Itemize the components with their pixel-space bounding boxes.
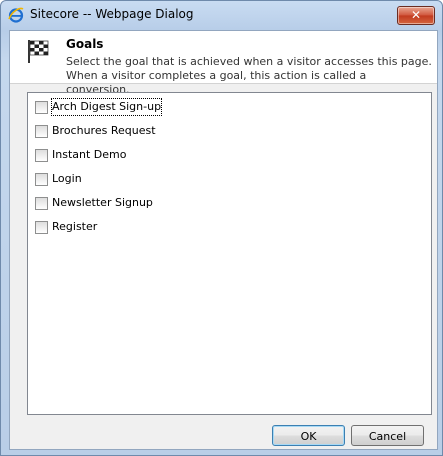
dialog-body: Goals Select the goal that is achieved w… (9, 30, 438, 450)
goal-item-login[interactable]: Login (35, 171, 82, 187)
goal-checkbox[interactable] (35, 196, 48, 210)
dialog-title: Goals (66, 37, 104, 51)
goal-checkbox[interactable] (35, 220, 48, 234)
goal-label[interactable]: Login (52, 171, 82, 187)
ok-button[interactable]: OK (272, 425, 345, 446)
cancel-button[interactable]: Cancel (351, 425, 424, 446)
dialog-header: Goals Select the goal that is achieved w… (10, 31, 437, 96)
goal-item-register[interactable]: Register (35, 219, 97, 235)
goal-label[interactable]: Arch Digest Sign-up (50, 98, 163, 116)
goal-label[interactable]: Register (52, 219, 97, 235)
window-title: Sitecore -- Webpage Dialog (30, 7, 194, 21)
close-button[interactable]: ✕ (397, 6, 435, 25)
goal-label[interactable]: Brochures Request (52, 123, 156, 139)
goal-checkbox[interactable] (35, 148, 48, 162)
checkered-flag-icon (28, 40, 49, 63)
goal-item-instant-demo[interactable]: Instant Demo (35, 147, 126, 163)
goals-list: Arch Digest Sign-up Brochures Request In… (27, 92, 432, 415)
goal-item-newsletter-signup[interactable]: Newsletter Signup (35, 195, 153, 211)
goal-item-arch-digest-sign-up[interactable]: Arch Digest Sign-up (35, 98, 163, 116)
goal-checkbox[interactable] (35, 100, 48, 114)
goal-checkbox[interactable] (35, 124, 48, 138)
goal-item-brochures-request[interactable]: Brochures Request (35, 123, 156, 139)
goal-label[interactable]: Instant Demo (52, 147, 126, 163)
close-icon: ✕ (410, 8, 422, 22)
dialog-window: Sitecore -- Webpage Dialog ✕ Goals Selec… (0, 0, 443, 456)
ie-icon (8, 7, 24, 23)
goal-checkbox[interactable] (35, 172, 48, 186)
title-bar[interactable]: Sitecore -- Webpage Dialog ✕ (1, 1, 442, 28)
dialog-description: Select the goal that is achieved when a … (66, 55, 432, 96)
goal-label[interactable]: Newsletter Signup (52, 195, 153, 211)
